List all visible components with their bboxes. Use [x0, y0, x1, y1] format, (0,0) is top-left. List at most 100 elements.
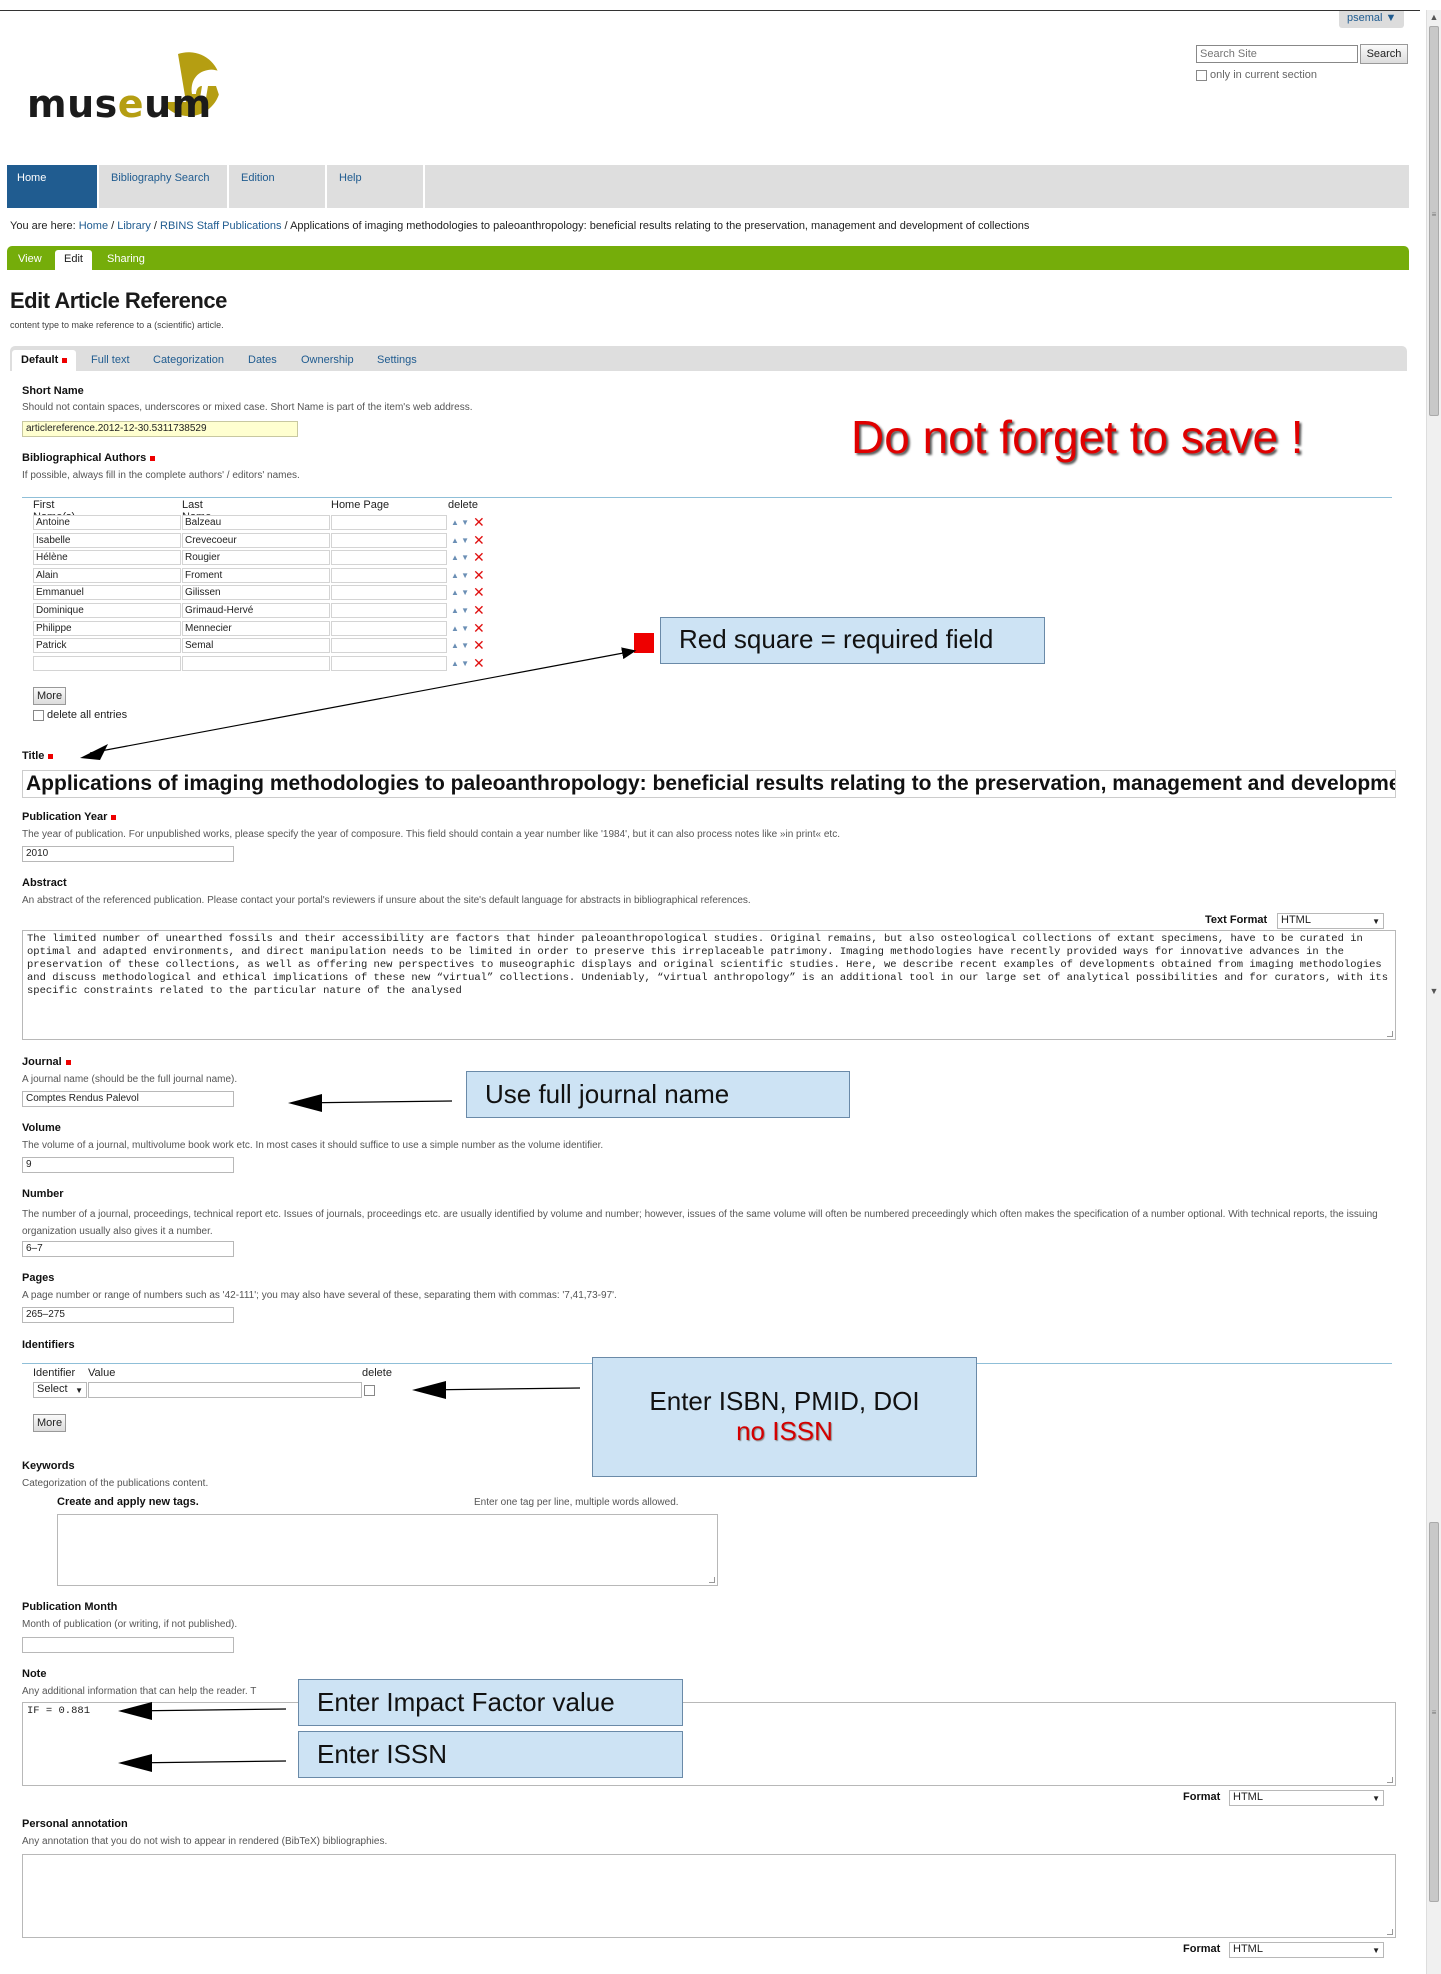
- nav-edition[interactable]: Edition: [231, 165, 327, 208]
- identifiers-more-button[interactable]: More: [33, 1414, 67, 1432]
- abstract-format-select[interactable]: HTML ▼: [1277, 913, 1384, 929]
- user-menu[interactable]: psemal ▼: [1339, 11, 1405, 28]
- author-home-page-input[interactable]: [331, 550, 447, 566]
- keywords-textarea[interactable]: [57, 1514, 718, 1586]
- resize-handle-icon[interactable]: [1387, 1031, 1393, 1037]
- form-tab-categorization[interactable]: Categorization: [144, 350, 233, 371]
- identifier-value-input[interactable]: [88, 1382, 362, 1398]
- author-last-name-input[interactable]: Gilissen: [182, 585, 330, 601]
- author-first-name-input[interactable]: [33, 655, 181, 671]
- tab-sharing[interactable]: Sharing: [98, 250, 154, 270]
- identifier-type-select[interactable]: Select ▼: [33, 1382, 87, 1398]
- reorder-arrows-icon[interactable]: ▲ ▼: [451, 518, 469, 527]
- nav-bibliography-search[interactable]: Bibliography Search: [101, 165, 229, 208]
- form-tab-settings[interactable]: Settings: [368, 350, 426, 371]
- required-marker-icon: [111, 814, 117, 820]
- author-home-page-input[interactable]: [331, 515, 447, 530]
- author-last-name-input[interactable]: [182, 655, 330, 671]
- delete-all-entries[interactable]: delete all entries: [33, 709, 127, 721]
- delete-author-icon[interactable]: ✕: [473, 515, 485, 529]
- scroll-up-icon[interactable]: ▲: [1427, 10, 1441, 24]
- author-last-name-input[interactable]: Crevecoeur: [182, 532, 330, 548]
- delete-author-icon[interactable]: ✕: [473, 603, 485, 617]
- identifier-delete-checkbox[interactable]: [364, 1385, 375, 1396]
- author-last-name-input[interactable]: Rougier: [182, 550, 330, 566]
- delete-author-icon[interactable]: ✕: [473, 585, 485, 599]
- author-home-page-input[interactable]: [331, 620, 447, 636]
- reorder-arrows-icon[interactable]: ▲ ▼: [451, 641, 469, 650]
- author-first-name-input[interactable]: Hélène: [33, 550, 181, 566]
- pages-input[interactable]: 265–275: [22, 1307, 234, 1323]
- form-tab-full-text[interactable]: Full text: [82, 350, 139, 371]
- scroll-down-icon[interactable]: ▼: [1427, 984, 1441, 998]
- author-last-name-input[interactable]: Grimaud-Hervé: [182, 603, 330, 618]
- breadcrumb-staff-publications[interactable]: RBINS Staff Publications: [160, 220, 281, 232]
- reorder-arrows-icon[interactable]: ▲ ▼: [451, 606, 469, 615]
- scroll-thumb[interactable]: [1429, 26, 1439, 416]
- reorder-arrows-icon[interactable]: ▲ ▼: [451, 571, 469, 580]
- title-input[interactable]: Applications of imaging methodologies to…: [22, 770, 1396, 798]
- author-home-page-input[interactable]: [331, 585, 447, 601]
- personal-format-select[interactable]: HTML ▼: [1229, 1942, 1384, 1958]
- author-first-name-input[interactable]: Patrick: [33, 638, 181, 654]
- delete-author-icon[interactable]: ✕: [473, 533, 485, 547]
- abstract-textarea[interactable]: The limited number of unearthed fossils …: [22, 930, 1396, 1040]
- delete-all-checkbox[interactable]: [33, 709, 44, 721]
- author-last-name-input[interactable]: Semal: [182, 638, 330, 654]
- reorder-arrows-icon[interactable]: ▲ ▼: [451, 588, 469, 597]
- number-input[interactable]: 6–7: [22, 1241, 234, 1257]
- note-format-select[interactable]: HTML ▼: [1229, 1790, 1384, 1806]
- author-last-name-input[interactable]: Balzeau: [182, 515, 330, 530]
- only-current-section[interactable]: only in current section: [1196, 69, 1317, 81]
- volume-input[interactable]: 9: [22, 1157, 234, 1173]
- personal-format-value: HTML: [1233, 1943, 1263, 1955]
- search-button[interactable]: Search: [1360, 44, 1408, 64]
- author-last-name-input[interactable]: Froment: [182, 567, 330, 583]
- scrollbar[interactable]: ▲ ≡ ▼ ≡: [1426, 10, 1441, 1974]
- publication-month-input[interactable]: [22, 1637, 234, 1653]
- author-home-page-input[interactable]: [331, 638, 447, 654]
- reorder-arrows-icon[interactable]: ▲ ▼: [451, 624, 469, 633]
- delete-author-icon[interactable]: ✕: [473, 638, 485, 652]
- reorder-arrows-icon[interactable]: ▲ ▼: [451, 659, 469, 668]
- author-home-page-input[interactable]: [331, 567, 447, 583]
- publication-year-input[interactable]: 2010: [22, 846, 234, 862]
- personal-annotation-textarea[interactable]: [22, 1854, 1396, 1938]
- delete-author-icon[interactable]: ✕: [473, 550, 485, 564]
- author-first-name-input[interactable]: Philippe: [33, 620, 181, 636]
- reorder-arrows-icon[interactable]: ▲ ▼: [451, 553, 469, 562]
- author-home-page-input[interactable]: [331, 655, 447, 671]
- author-first-name-input[interactable]: Alain: [33, 567, 181, 583]
- form-tab-ownership[interactable]: Ownership: [292, 350, 363, 371]
- note-textarea[interactable]: IF = 0.881: [22, 1702, 1396, 1786]
- delete-author-icon[interactable]: ✕: [473, 621, 485, 635]
- only-section-checkbox[interactable]: [1196, 69, 1207, 81]
- authors-more-button[interactable]: More: [33, 687, 67, 705]
- author-first-name-input[interactable]: Isabelle: [33, 532, 181, 548]
- journal-input[interactable]: Comptes Rendus Palevol: [22, 1091, 234, 1107]
- publication-year-help: The year of publication. For unpublished…: [22, 829, 840, 840]
- author-first-name-input[interactable]: Antoine: [33, 515, 181, 530]
- resize-handle-icon[interactable]: [1387, 1929, 1393, 1935]
- nav-home[interactable]: Home: [7, 165, 99, 208]
- resize-handle-icon[interactable]: [709, 1577, 715, 1583]
- author-first-name-input[interactable]: Emmanuel: [33, 585, 181, 601]
- author-first-name-input[interactable]: Dominique: [33, 603, 181, 618]
- delete-author-icon[interactable]: ✕: [473, 568, 485, 582]
- author-last-name-input[interactable]: Mennecier: [182, 620, 330, 636]
- tab-view[interactable]: View: [9, 250, 51, 270]
- nav-help[interactable]: Help: [329, 165, 425, 208]
- author-home-page-input[interactable]: [331, 532, 447, 548]
- museum-logo-text[interactable]: museum: [27, 82, 212, 126]
- reorder-arrows-icon[interactable]: ▲ ▼: [451, 536, 469, 545]
- breadcrumb-home[interactable]: Home: [79, 220, 108, 232]
- breadcrumb-library[interactable]: Library: [117, 220, 151, 232]
- author-home-page-input[interactable]: [331, 603, 447, 618]
- search-input[interactable]: [1196, 45, 1358, 63]
- short-name-input[interactable]: articlereference.2012-12-30.5311738529: [22, 421, 298, 437]
- form-tab-default[interactable]: Default: [12, 350, 77, 371]
- resize-handle-icon[interactable]: [1387, 1777, 1393, 1783]
- form-tab-dates[interactable]: Dates: [239, 350, 286, 371]
- tab-edit[interactable]: Edit: [55, 250, 92, 270]
- delete-author-icon[interactable]: ✕: [473, 656, 485, 670]
